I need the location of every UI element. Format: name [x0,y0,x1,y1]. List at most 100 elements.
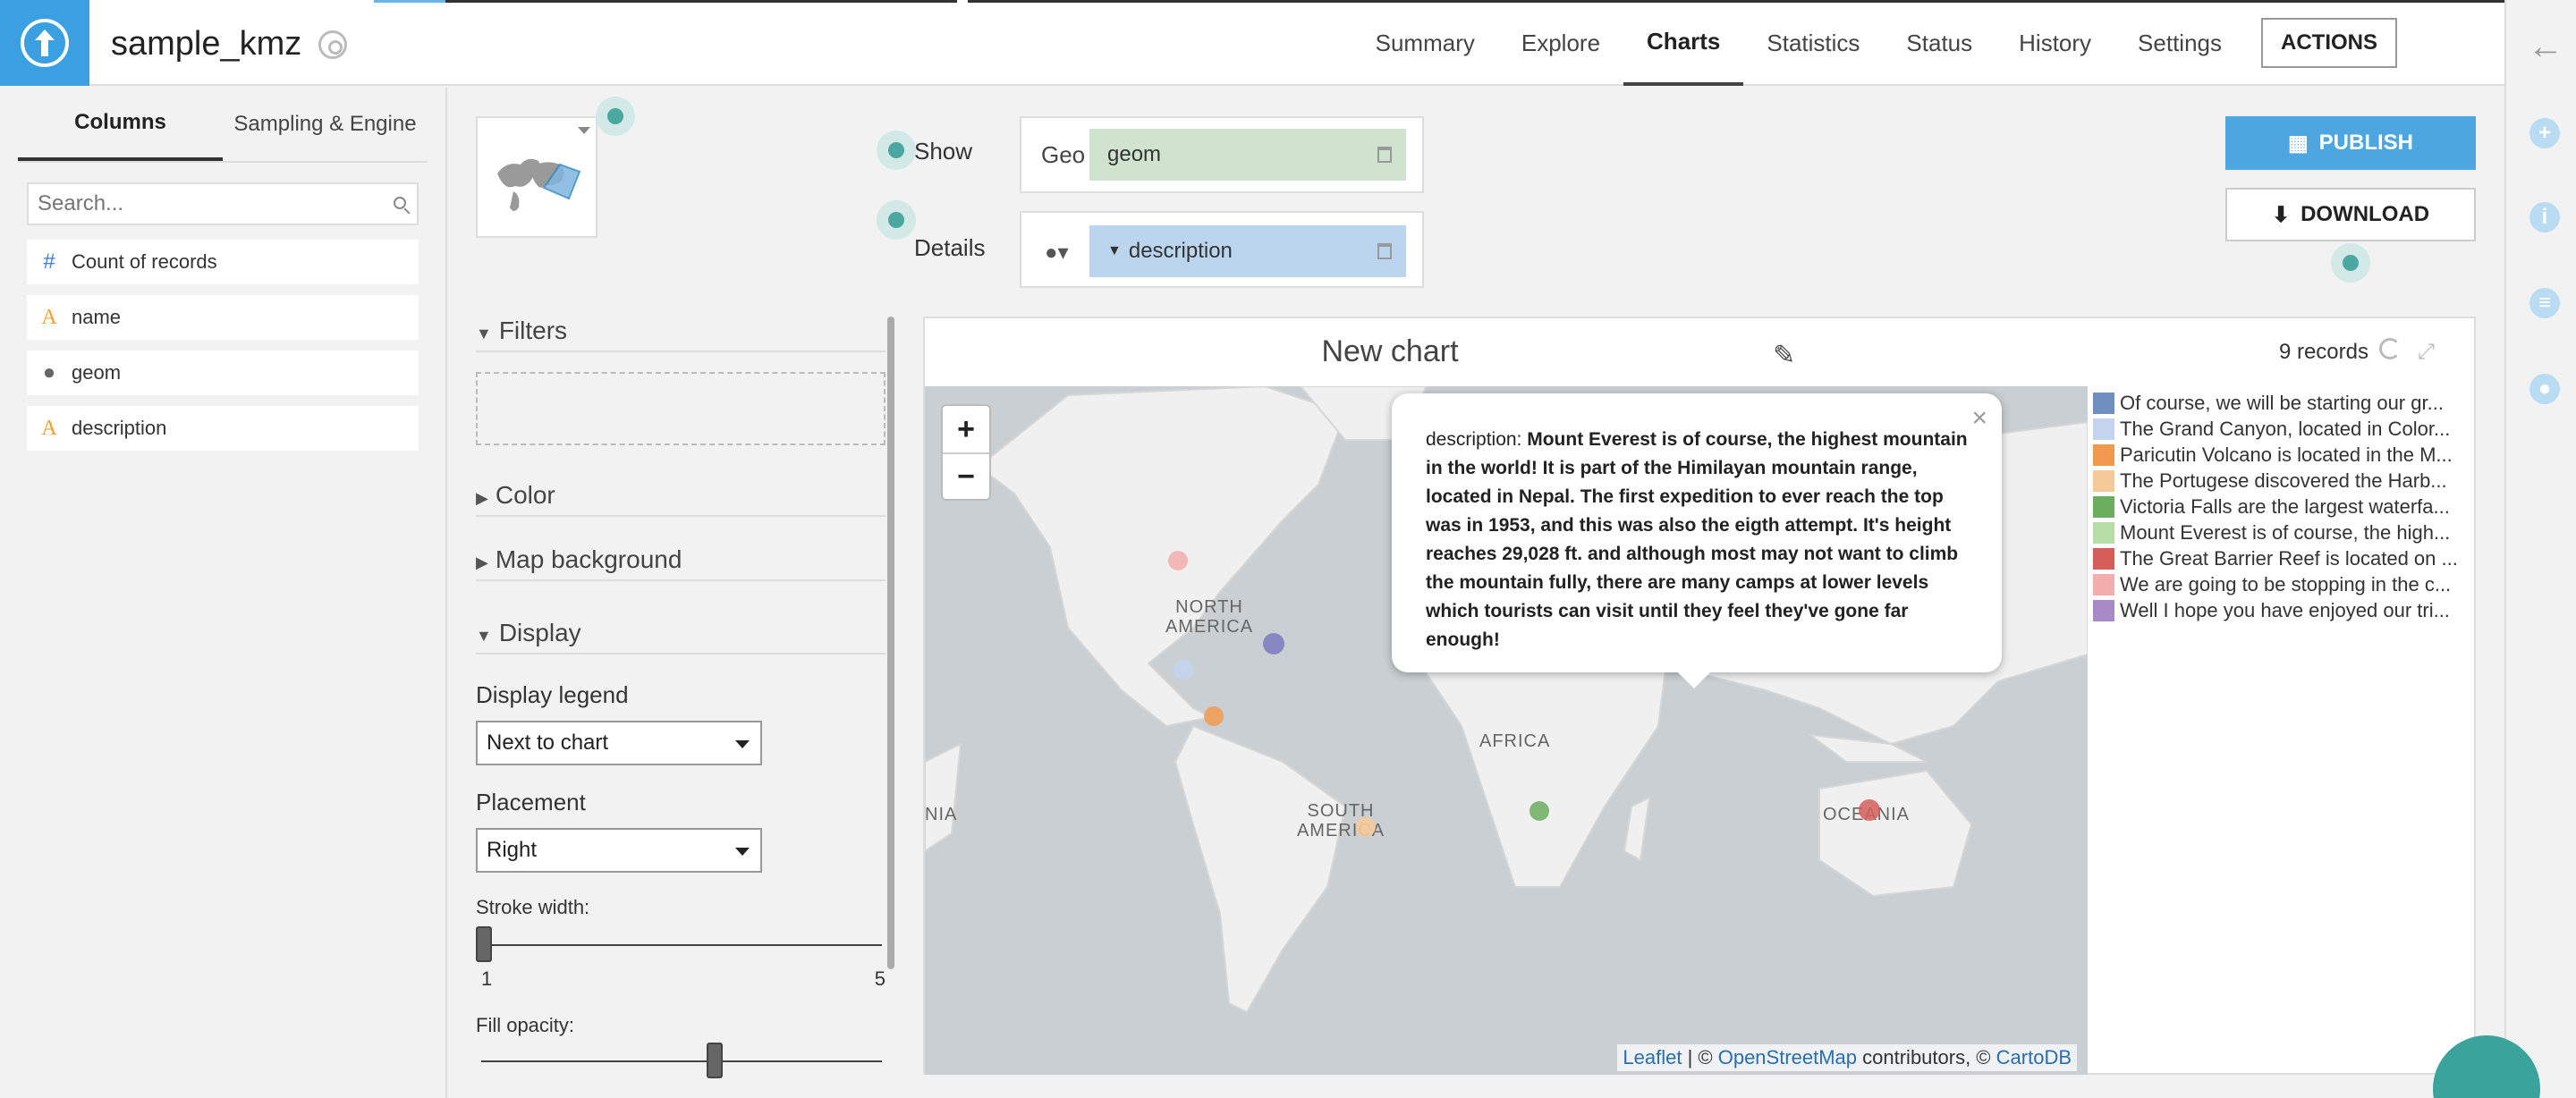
alphanumeric-icon: A [41,416,57,440]
dataset-settings-icon[interactable] [318,30,347,59]
chart-title[interactable]: New chart [925,334,1855,369]
legend-item[interactable]: We are going to be stopping in the c... [2093,571,2469,597]
caret-down-icon [735,848,750,856]
help-hint-icon[interactable] [877,200,916,240]
progress-indicator [374,0,445,3]
download-icon: ⬇ [2271,202,2291,227]
help-hint-icon[interactable] [877,131,916,170]
column-search[interactable] [27,182,419,225]
tab-settings[interactable]: Settings [2114,0,2245,86]
filters-dropzone[interactable] [476,372,886,445]
help-hint-icon[interactable] [596,97,635,136]
home-logo[interactable] [0,0,89,86]
tab-status[interactable]: Status [1883,0,1996,86]
placement-label: Placement [476,789,586,815]
details-column-pill[interactable]: ▼ description [1089,225,1406,277]
map-marker[interactable] [1859,799,1880,821]
cartodb-link[interactable]: CartoDB [1996,1046,2072,1068]
refresh-icon[interactable] [2379,338,2401,359]
chart-options: ▼ Filters ▶ Color ▶ Map background ▼ Display… [476,313,894,1082]
map-marker[interactable] [1530,801,1549,821]
chat-icon[interactable]: ● [2529,374,2560,404]
close-icon[interactable]: × [1971,404,1987,433]
legend-item[interactable]: The Portugese discovered the Harb... [2093,468,2469,494]
legend-item[interactable]: Of course, we will be starting our gr... [2093,390,2469,416]
main-nav: Summary Explore Charts Statistics Status… [1352,0,2433,86]
trash-icon[interactable] [1377,147,1392,163]
column-item[interactable]: A name [27,295,419,340]
chevron-down-icon [578,127,590,134]
up-arrow-icon [21,19,69,67]
legend-item[interactable]: Paricutin Volcano is located in the M... [2093,442,2469,468]
legend-item[interactable]: Victoria Falls are the largest waterfa..… [2093,494,2469,519]
tab-summary[interactable]: Summary [1352,0,1498,86]
map-marker[interactable] [1168,551,1188,570]
tab-explore[interactable]: Explore [1498,0,1623,86]
map-marker[interactable] [1204,706,1224,726]
legend-swatch [2093,547,2114,570]
map-background-section-header[interactable]: ▶ Map background [476,545,886,581]
placement-select[interactable]: Right [476,828,762,873]
map-canvas[interactable]: NORTH AMERICA AFRICA SOUTH AMERICA OCEAN… [925,386,2088,1075]
map-marker[interactable] [1263,633,1284,655]
zoom-out-button[interactable]: − [943,452,989,499]
column-item[interactable]: # Count of records [27,240,419,284]
column-name: name [72,306,122,328]
color-label: Color [495,481,555,509]
openstreetmap-link[interactable]: OpenStreetMap [1718,1046,1857,1068]
list-icon[interactable]: ≡ [2529,288,2560,318]
chart-type-selector[interactable] [476,116,597,238]
columns-panel: Columns Sampling & Engine # Count of rec… [0,88,447,1098]
stroke-width-slider-handle[interactable] [476,926,492,962]
search-input[interactable] [29,184,417,224]
map-marker[interactable] [1174,660,1193,680]
stroke-width-slider-track[interactable] [481,944,882,946]
legend-swatch [2093,521,2114,544]
color-section-header[interactable]: ▶ Color [476,481,886,517]
publish-button[interactable]: ▦ PUBLISH [2225,116,2476,170]
legend-label: Mount Everest is of course, the high... [2120,520,2451,544]
tab-history[interactable]: History [1996,0,2114,86]
expand-icon[interactable]: ⤢ [2418,340,2435,365]
actions-button[interactable]: ACTIONS [2261,18,2397,68]
tab-columns[interactable]: Columns [18,88,223,161]
info-icon[interactable]: i [2529,202,2560,232]
column-name: description [72,417,167,439]
display-legend-select[interactable]: Next to chart [476,721,762,765]
geo-dropzone[interactable]: Geo geom [1020,116,1424,193]
download-button[interactable]: ⬇ DOWNLOAD [2225,188,2476,241]
legend-item[interactable]: The Great Barrier Reef is located on ... [2093,545,2469,571]
fill-opacity-slider-track[interactable] [481,1060,882,1062]
zoom-in-button[interactable]: + [943,406,989,452]
legend-label: The Portugese discovered the Harb... [2120,469,2447,492]
legend-label: The Grand Canyon, located in Color... [2120,417,2451,440]
column-item[interactable]: A description [27,406,419,451]
options-scrollbar[interactable] [887,317,894,969]
legend-item[interactable]: The Grand Canyon, located in Color... [2093,416,2469,442]
legend-item[interactable]: Mount Everest is of course, the high... [2093,519,2469,545]
dataset-name[interactable]: sample_kmz [111,25,301,63]
map-marker[interactable] [1356,817,1376,837]
tab-sampling-engine[interactable]: Sampling & Engine [223,88,428,161]
geo-column-pill[interactable]: geom [1089,129,1406,181]
display-section-header[interactable]: ▼ Display [476,619,886,655]
caret-down-icon[interactable]: ▼ [1107,243,1122,259]
droplet-icon[interactable]: ●▾ [1045,240,1069,266]
caret-right-icon: ▶ [476,489,488,507]
filters-section-header[interactable]: ▼ Filters [476,317,886,352]
right-rail: ← + i ≡ ● [2504,0,2576,1098]
geo-column-name: geom [1107,142,1162,166]
tab-charts[interactable]: Charts [1623,0,1744,86]
arrow-left-icon[interactable]: ← [2528,27,2563,67]
left-panel-tabs: Columns Sampling & Engine [18,88,428,163]
column-item[interactable]: ● geom [27,351,419,395]
fill-opacity-slider-handle[interactable] [707,1043,723,1078]
tab-statistics[interactable]: Statistics [1743,0,1883,86]
leaflet-link[interactable]: Leaflet [1623,1046,1682,1068]
help-hint-icon[interactable] [2331,243,2370,283]
pencil-icon[interactable]: ✎ [1773,340,1795,371]
details-dropzone[interactable]: ●▾ ▼ description [1020,211,1424,288]
trash-icon[interactable] [1377,243,1392,259]
plus-icon[interactable]: + [2529,118,2560,148]
legend-item[interactable]: Well I hope you have enjoyed our tri... [2093,597,2469,623]
